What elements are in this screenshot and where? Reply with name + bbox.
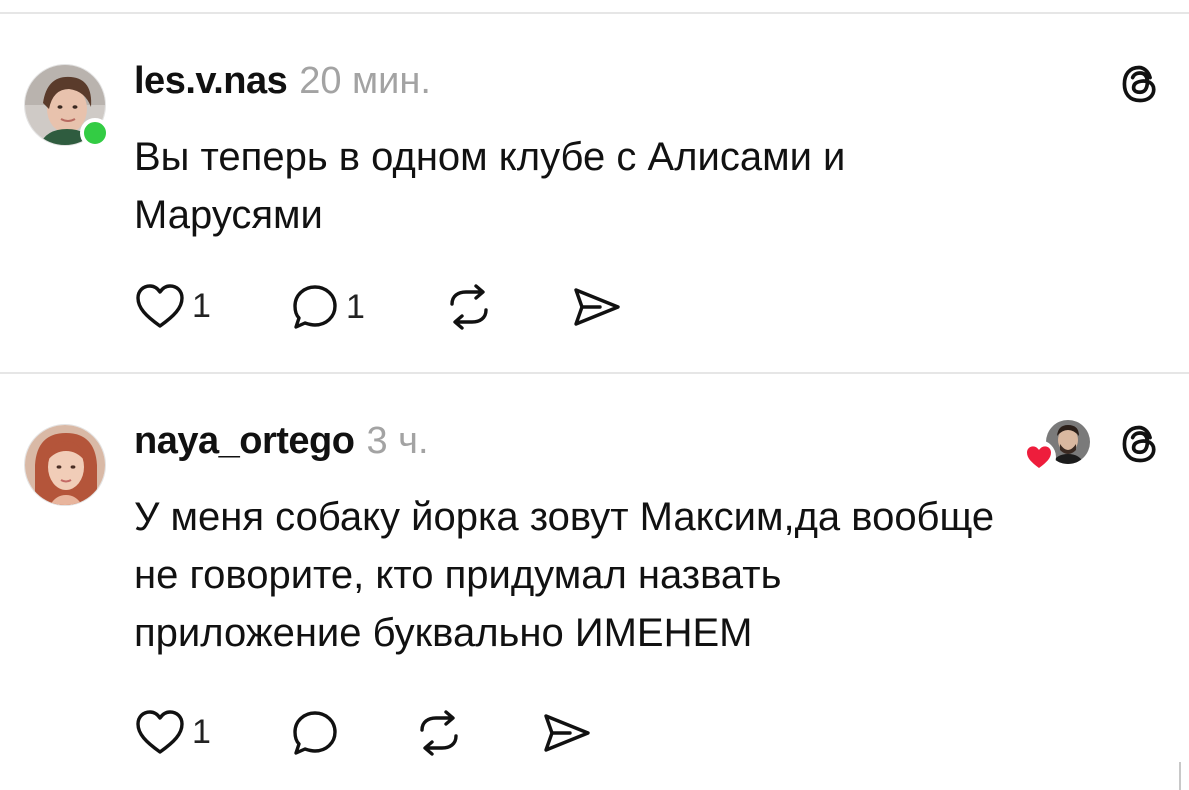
post-text-line: Вы теперь в одном клубе с Алисами и bbox=[134, 135, 846, 179]
repost-icon bbox=[420, 710, 458, 756]
repost-button[interactable] bbox=[444, 282, 494, 332]
like-button[interactable]: 1 bbox=[134, 282, 211, 330]
send-icon bbox=[574, 288, 620, 326]
share-button[interactable] bbox=[570, 282, 622, 332]
reply-button[interactable]: 1 bbox=[290, 282, 365, 332]
user-avatar[interactable] bbox=[24, 424, 106, 506]
like-count: 1 bbox=[192, 286, 211, 325]
username[interactable]: naya_ortego bbox=[134, 420, 355, 463]
comment-bubble-icon bbox=[293, 711, 337, 755]
reply-button[interactable] bbox=[290, 708, 346, 758]
like-count: 1 bbox=[192, 712, 211, 751]
post-text-line: Марусями bbox=[134, 193, 323, 237]
post-text-line: приложение буквально ИМЕНЕМ bbox=[134, 611, 753, 655]
post-text-line: не говорите, кто придумал назвать bbox=[134, 553, 782, 597]
timestamp: 3 ч. bbox=[366, 420, 429, 462]
post-2: naya_ortego 3 ч. У меня собаку йорка зов… bbox=[0, 374, 1189, 790]
post-text: Вы теперь в одном клубе с Алисами и Мару… bbox=[134, 128, 1154, 244]
share-button[interactable] bbox=[540, 708, 592, 758]
reply-count: 1 bbox=[346, 287, 365, 326]
repost-button[interactable] bbox=[414, 708, 464, 758]
repost-icon bbox=[450, 284, 488, 330]
threads-logo-icon[interactable] bbox=[1118, 62, 1162, 106]
post-meta: les.v.nas 20 мин. bbox=[134, 60, 431, 103]
online-status-dot bbox=[80, 118, 110, 148]
post-meta: naya_ortego 3 ч. bbox=[134, 420, 429, 463]
threads-logo-icon[interactable] bbox=[1118, 422, 1162, 466]
heart-badge-icon bbox=[1022, 440, 1056, 474]
comment-bubble-icon bbox=[293, 285, 337, 329]
scrollbar-indicator[interactable] bbox=[1179, 762, 1181, 790]
heart-icon bbox=[136, 284, 184, 328]
timestamp: 20 мин. bbox=[299, 60, 431, 102]
post-text: У меня собаку йорка зовут Максим,да вооб… bbox=[134, 488, 1154, 662]
send-icon bbox=[544, 714, 590, 752]
like-button[interactable]: 1 bbox=[134, 708, 211, 756]
post-1: les.v.nas 20 мин. Вы теперь в одном клуб… bbox=[0, 0, 1189, 372]
heart-icon bbox=[136, 710, 184, 754]
post-text-line: У меня собаку йорка зовут Максим,да вооб… bbox=[134, 495, 995, 539]
username[interactable]: les.v.nas bbox=[134, 60, 288, 103]
